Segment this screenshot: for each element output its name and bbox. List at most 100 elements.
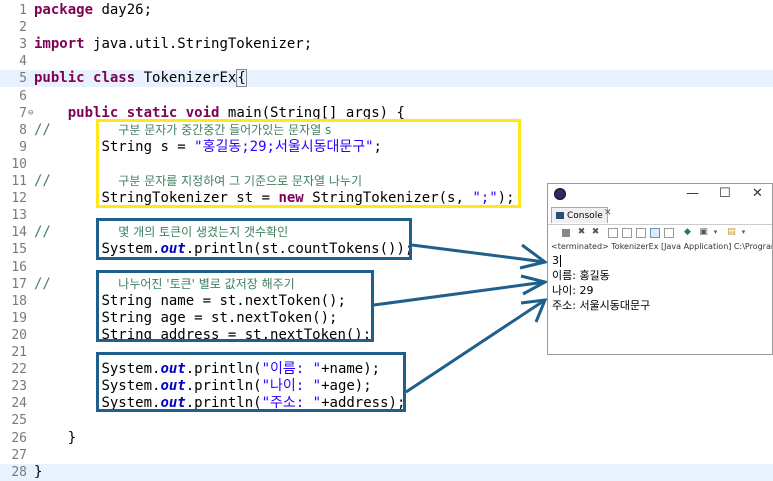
line-number: 17: [11, 276, 27, 292]
maximize-button[interactable]: ☐: [719, 186, 731, 201]
code-text: }: [34, 464, 42, 481]
line-number: 5: [19, 71, 27, 87]
console-icon: [556, 212, 564, 219]
display-dropdown-icon[interactable]: ▾: [710, 227, 721, 238]
keyword-token: public: [34, 70, 93, 86]
line-number: 10: [11, 156, 27, 172]
code-text: public class TokenizerEx{: [34, 69, 247, 88]
code-line[interactable]: 28}: [0, 463, 773, 481]
clear-console-icon[interactable]: [608, 228, 618, 238]
console-output[interactable]: 3 이름: 홍길동나이: 29 주소: 서울시동대문구: [548, 253, 772, 313]
console-output-line: 이름: 홍길동: [552, 269, 610, 282]
line-number: 4: [19, 54, 27, 70]
annotation-box-count: [96, 218, 412, 260]
line-number: 6: [19, 88, 27, 104]
line-number: 16: [11, 259, 27, 275]
close-button[interactable]: ✕: [752, 186, 763, 201]
console-toolbar: ✖ ✖ ◆ ▣ ▾ ▤ ▾: [548, 225, 772, 241]
pin-console-icon[interactable]: ◆: [682, 227, 693, 238]
fold-icon[interactable]: ⊖: [28, 105, 33, 122]
line-number: 26: [11, 430, 27, 446]
console-output-line: 나이: 29: [552, 284, 594, 297]
line-number: 28: [11, 464, 27, 480]
code-token: java.util.StringTokenizer;: [93, 36, 313, 53]
code-token: {: [236, 69, 247, 88]
show-on-output-icon[interactable]: [650, 228, 660, 238]
line-number: 15: [11, 242, 27, 258]
scroll-lock-icon[interactable]: [622, 228, 632, 238]
line-number: 12: [11, 191, 27, 207]
minimize-button[interactable]: —: [686, 186, 699, 201]
line-number: 14: [11, 225, 27, 241]
open-dropdown-icon[interactable]: ▾: [738, 227, 749, 238]
terminate-icon[interactable]: [562, 229, 570, 237]
close-tab-icon[interactable]: ✕: [604, 208, 612, 218]
line-number: 19: [11, 310, 27, 326]
code-line[interactable]: 1 package day26;: [0, 2, 773, 19]
line-number: 1: [19, 3, 27, 18]
line-number: 18: [11, 293, 27, 309]
code-token: }: [34, 463, 43, 480]
code-text: package day26;: [34, 2, 152, 19]
code-line[interactable]: 3 import java.util.StringTokenizer;: [0, 36, 773, 53]
annotation-box-tokens: [96, 270, 374, 342]
line-number: 3: [19, 37, 27, 53]
line-number: 9: [19, 139, 27, 155]
text-caret: [560, 255, 561, 267]
highlight-box-tokenizer: [96, 119, 521, 208]
code-text: }: [34, 430, 76, 447]
remove-launch-icon[interactable]: ✖: [576, 227, 587, 238]
keyword-text: class: [93, 70, 136, 87]
line-number: 11: [11, 174, 27, 189]
console-titlebar[interactable]: — ☐ ✕: [548, 184, 772, 206]
line-number: 7: [19, 105, 27, 121]
code-line[interactable]: 5 public class TokenizerEx{: [0, 69, 773, 88]
code-line[interactable]: 2: [0, 19, 773, 36]
keyword-token: import: [34, 36, 93, 52]
keyword-text: package: [34, 2, 94, 18]
display-console-icon[interactable]: ▣: [698, 227, 709, 238]
code-token: }: [67, 429, 77, 446]
open-console-icon[interactable]: ▤: [726, 227, 737, 238]
code-line[interactable]: 6: [0, 88, 773, 105]
word-wrap-icon[interactable]: [636, 228, 646, 238]
code-line[interactable]: 4: [0, 53, 773, 70]
code-token: TokenizerEx: [143, 70, 237, 87]
line-number: 8: [19, 122, 27, 138]
line-number: 21: [11, 345, 27, 360]
show-on-error-icon[interactable]: [664, 228, 674, 238]
line-number: 2: [19, 20, 27, 36]
keyword-text: public: [34, 70, 85, 87]
tab-console[interactable]: Console: [551, 207, 608, 223]
console-output-line: 3: [552, 254, 561, 267]
code-line[interactable]: 26 }: [0, 430, 773, 447]
annotation-box-print: [96, 352, 406, 412]
code-line[interactable]: 25: [0, 412, 773, 429]
keyword-token: class: [93, 70, 144, 86]
eclipse-icon: [554, 188, 566, 200]
line-number: 22: [11, 362, 27, 378]
console-output-line: 주소: 서울시동대문구: [552, 299, 651, 312]
line-number: 20: [11, 327, 27, 343]
line-number: 25: [11, 413, 27, 429]
line-number: 24: [11, 396, 27, 412]
keyword-text: import: [34, 36, 85, 53]
code-line[interactable]: 27: [0, 447, 773, 464]
line-number: 27: [11, 447, 27, 463]
remove-all-icon[interactable]: ✖: [590, 227, 601, 238]
keyword-token: package: [34, 2, 101, 18]
console-window[interactable]: — ☐ ✕ Console ✕ ✖ ✖ ◆ ▣ ▾ ▤ ▾ <terminate…: [547, 183, 773, 355]
terminated-status: <terminated> TokenizerEx [Java Applicati…: [551, 242, 772, 251]
code-token: day26;: [101, 2, 153, 18]
